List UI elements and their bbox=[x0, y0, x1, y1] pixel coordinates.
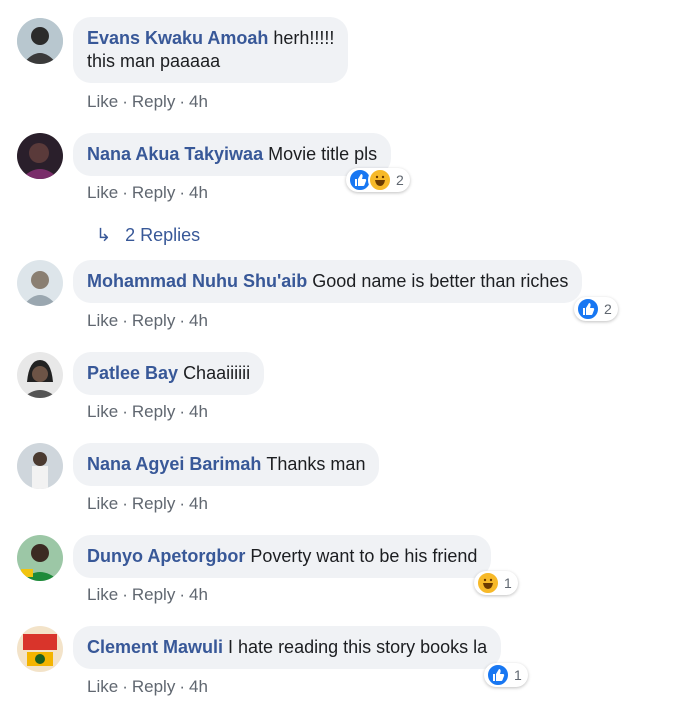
separator: · bbox=[179, 311, 185, 330]
separator: · bbox=[179, 494, 185, 513]
reaction-count: 1 bbox=[514, 667, 522, 683]
comment-text-line2: this man paaaaa bbox=[87, 51, 221, 71]
like-link[interactable]: Like bbox=[87, 311, 118, 330]
comment-actions: Like · Reply · 4h bbox=[87, 677, 208, 697]
reply-link[interactable]: Reply bbox=[132, 92, 175, 111]
comment-bubble: Nana Akua Takyiwaa Movie title pls bbox=[73, 133, 392, 176]
separator: · bbox=[122, 494, 128, 513]
separator: · bbox=[179, 402, 185, 421]
comment-actions: Like · Reply · 4h bbox=[87, 402, 208, 422]
comment-bubble: Clement Mawuli I hate reading this story … bbox=[73, 626, 502, 669]
comment-time[interactable]: 4h bbox=[189, 585, 208, 604]
reply-link[interactable]: Reply bbox=[132, 402, 175, 421]
comment-actions: Like · Reply · 4h bbox=[87, 494, 208, 514]
comment-bubble: Dunyo Apetorgbor Poverty want to be his f… bbox=[73, 535, 492, 578]
comment-text: Chaaiiiiii bbox=[183, 363, 251, 383]
comment-actions: Like · Reply · 4h bbox=[87, 311, 208, 331]
avatar[interactable] bbox=[17, 352, 63, 398]
comment-bubble: Patlee Bay Chaaiiiiii bbox=[73, 352, 265, 395]
avatar[interactable] bbox=[17, 18, 63, 64]
separator: · bbox=[179, 183, 185, 202]
reply-link[interactable]: Reply bbox=[132, 585, 175, 604]
comment-time[interactable]: 4h bbox=[189, 183, 208, 202]
reaction-summary[interactable]: 2 bbox=[346, 168, 410, 192]
comment-author[interactable]: Nana Akua Takyiwaa bbox=[87, 144, 263, 164]
comment-author[interactable]: Nana Agyei Barimah bbox=[87, 454, 261, 474]
comment-time[interactable]: 4h bbox=[189, 402, 208, 421]
reaction-count: 2 bbox=[396, 172, 404, 188]
separator: · bbox=[122, 677, 128, 696]
avatar[interactable] bbox=[17, 260, 63, 306]
comment-author[interactable]: Clement Mawuli bbox=[87, 637, 223, 657]
comment-author[interactable]: Mohammad Nuhu Shu'aib bbox=[87, 271, 307, 291]
comment-bubble: Nana Agyei Barimah Thanks man bbox=[73, 443, 380, 486]
like-link[interactable]: Like bbox=[87, 677, 118, 696]
separator: · bbox=[122, 402, 128, 421]
reaction-summary[interactable]: 1 bbox=[474, 571, 518, 595]
reaction-summary[interactable]: 2 bbox=[574, 297, 618, 321]
like-link[interactable]: Like bbox=[87, 494, 118, 513]
comment-author[interactable]: Dunyo Apetorgbor bbox=[87, 546, 245, 566]
reply-link[interactable]: Reply bbox=[132, 183, 175, 202]
separator: · bbox=[179, 92, 185, 111]
avatar[interactable] bbox=[17, 626, 63, 672]
separator: · bbox=[122, 585, 128, 604]
like-link[interactable]: Like bbox=[87, 585, 118, 604]
separator: · bbox=[122, 92, 128, 111]
separator: · bbox=[179, 585, 185, 604]
view-replies-link[interactable]: ↳ 2 Replies bbox=[96, 225, 200, 246]
separator: · bbox=[122, 183, 128, 202]
avatar[interactable] bbox=[17, 443, 63, 489]
comment-text: I hate reading this story books la bbox=[228, 637, 488, 657]
like-link[interactable]: Like bbox=[87, 402, 118, 421]
reply-link[interactable]: Reply bbox=[132, 494, 175, 513]
reaction-count: 2 bbox=[604, 301, 612, 317]
comment-text: herh!!!!! bbox=[273, 28, 335, 48]
comment-text: Movie title pls bbox=[268, 144, 378, 164]
reply-link[interactable]: Reply bbox=[132, 677, 175, 696]
reaction-summary[interactable]: 1 bbox=[484, 663, 528, 687]
like-icon bbox=[576, 297, 600, 321]
comment-bubble: Mohammad Nuhu Shu'aib Good name is better… bbox=[73, 260, 583, 303]
reply-arrow-icon: ↳ bbox=[96, 225, 112, 245]
comment-actions: Like · Reply · 4h bbox=[87, 585, 208, 605]
replies-label: 2 Replies bbox=[125, 225, 201, 245]
comment-author[interactable]: Patlee Bay bbox=[87, 363, 178, 383]
comment-time[interactable]: 4h bbox=[189, 311, 208, 330]
comment-author[interactable]: Evans Kwaku Amoah bbox=[87, 28, 268, 48]
comment-text: Good name is better than riches bbox=[312, 271, 569, 291]
haha-icon bbox=[368, 168, 392, 192]
avatar[interactable] bbox=[17, 535, 63, 581]
separator: · bbox=[122, 311, 128, 330]
comment-bubble: Evans Kwaku Amoah herh!!!!! this man paaa… bbox=[73, 17, 349, 83]
comment-actions: Like · Reply · 4h bbox=[87, 183, 208, 203]
reaction-count: 1 bbox=[504, 575, 512, 591]
comment-time[interactable]: 4h bbox=[189, 92, 208, 111]
comment-actions: Like · Reply · 4h bbox=[87, 92, 208, 112]
comment-time[interactable]: 4h bbox=[189, 677, 208, 696]
comment-text: Thanks man bbox=[266, 454, 366, 474]
like-icon bbox=[486, 663, 510, 687]
comment-time[interactable]: 4h bbox=[189, 494, 208, 513]
like-link[interactable]: Like bbox=[87, 92, 118, 111]
reply-link[interactable]: Reply bbox=[132, 311, 175, 330]
like-link[interactable]: Like bbox=[87, 183, 118, 202]
comment-text: Poverty want to be his friend bbox=[250, 546, 478, 566]
avatar[interactable] bbox=[17, 133, 63, 179]
haha-icon bbox=[476, 571, 500, 595]
separator: · bbox=[179, 677, 185, 696]
